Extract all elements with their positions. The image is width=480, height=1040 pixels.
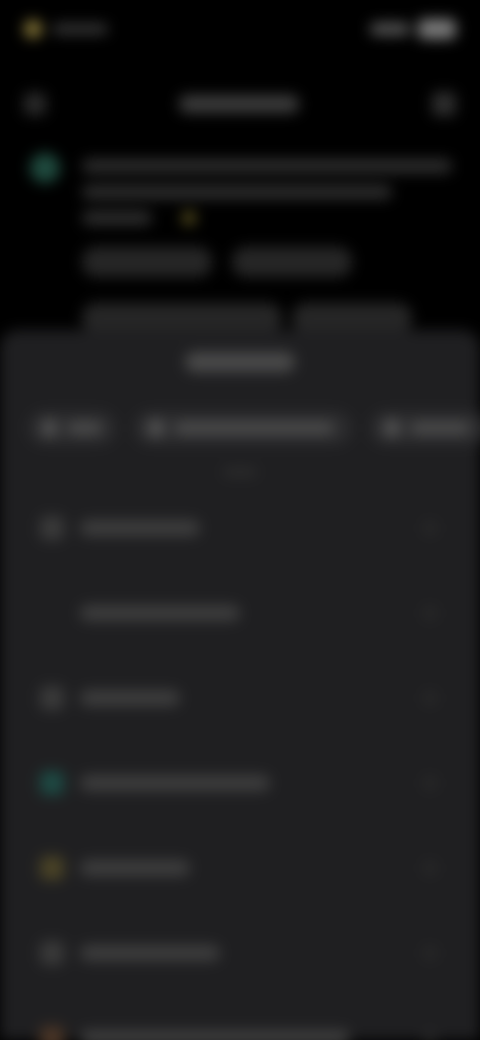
chevron-right-icon [424,691,436,704]
status-left [24,20,108,38]
list-item[interactable] [0,910,480,995]
folder-icon [148,420,164,436]
tab-chip[interactable] [134,411,352,445]
reaction-chip [292,303,412,333]
reply-icon [40,515,64,540]
sheet-title [185,352,295,372]
list-item-label [80,604,240,621]
share-icon [384,420,400,436]
background-message [22,145,458,335]
sheet-divider [0,468,480,476]
tab-label [174,422,334,434]
message-line [82,211,152,225]
time-label [52,24,108,34]
tab-chip[interactable] [370,411,480,445]
tab-chip[interactable] [28,411,116,445]
battery-icon [418,19,456,39]
reaction-chip [82,303,282,333]
list-item-label [80,519,200,536]
app-header [24,80,456,128]
list-item[interactable] [0,995,480,1040]
list-item-label [80,774,270,791]
status-bar [24,12,456,46]
more-icon[interactable] [432,92,456,116]
list-item[interactable] [0,740,480,825]
blurred-overlay [0,0,480,1040]
avatar [30,153,60,183]
page-title [179,95,299,113]
sheet-header [0,352,480,372]
chevron-right-icon [424,521,436,534]
list-item-label [80,689,180,706]
tab-label [66,422,102,434]
status-right [370,19,456,39]
back-icon[interactable] [24,93,46,115]
chevron-right-icon [424,861,436,874]
list-item-label [80,1029,350,1040]
list-item[interactable] [0,825,480,910]
list-item[interactable] [0,655,480,740]
divider-pill [223,468,257,476]
sheet-tabs [28,408,480,448]
chevron-right-icon [424,776,436,789]
copy-icon [40,685,64,710]
notification-icon [24,20,42,38]
action-list [0,485,480,1040]
reaction-chip [232,247,352,277]
list-item-label [80,944,220,961]
list-item[interactable] [0,570,480,655]
bottom-sheet [0,330,480,1040]
reaction-chip [82,247,212,277]
chevron-right-icon [424,946,436,959]
delete-icon [40,1025,64,1040]
chevron-right-icon [424,1031,436,1040]
list-item-label [80,859,190,876]
select-icon [40,940,64,965]
phone-screen [0,0,480,1040]
chevron-right-icon [424,606,436,619]
star-icon [40,855,64,880]
copy-icon [42,420,57,436]
list-item[interactable] [0,485,480,570]
tab-label [410,422,470,434]
signal-icon [370,23,410,35]
star-icon [182,211,196,225]
message-line [82,185,392,199]
pin-icon [40,770,64,795]
message-line [82,159,452,173]
